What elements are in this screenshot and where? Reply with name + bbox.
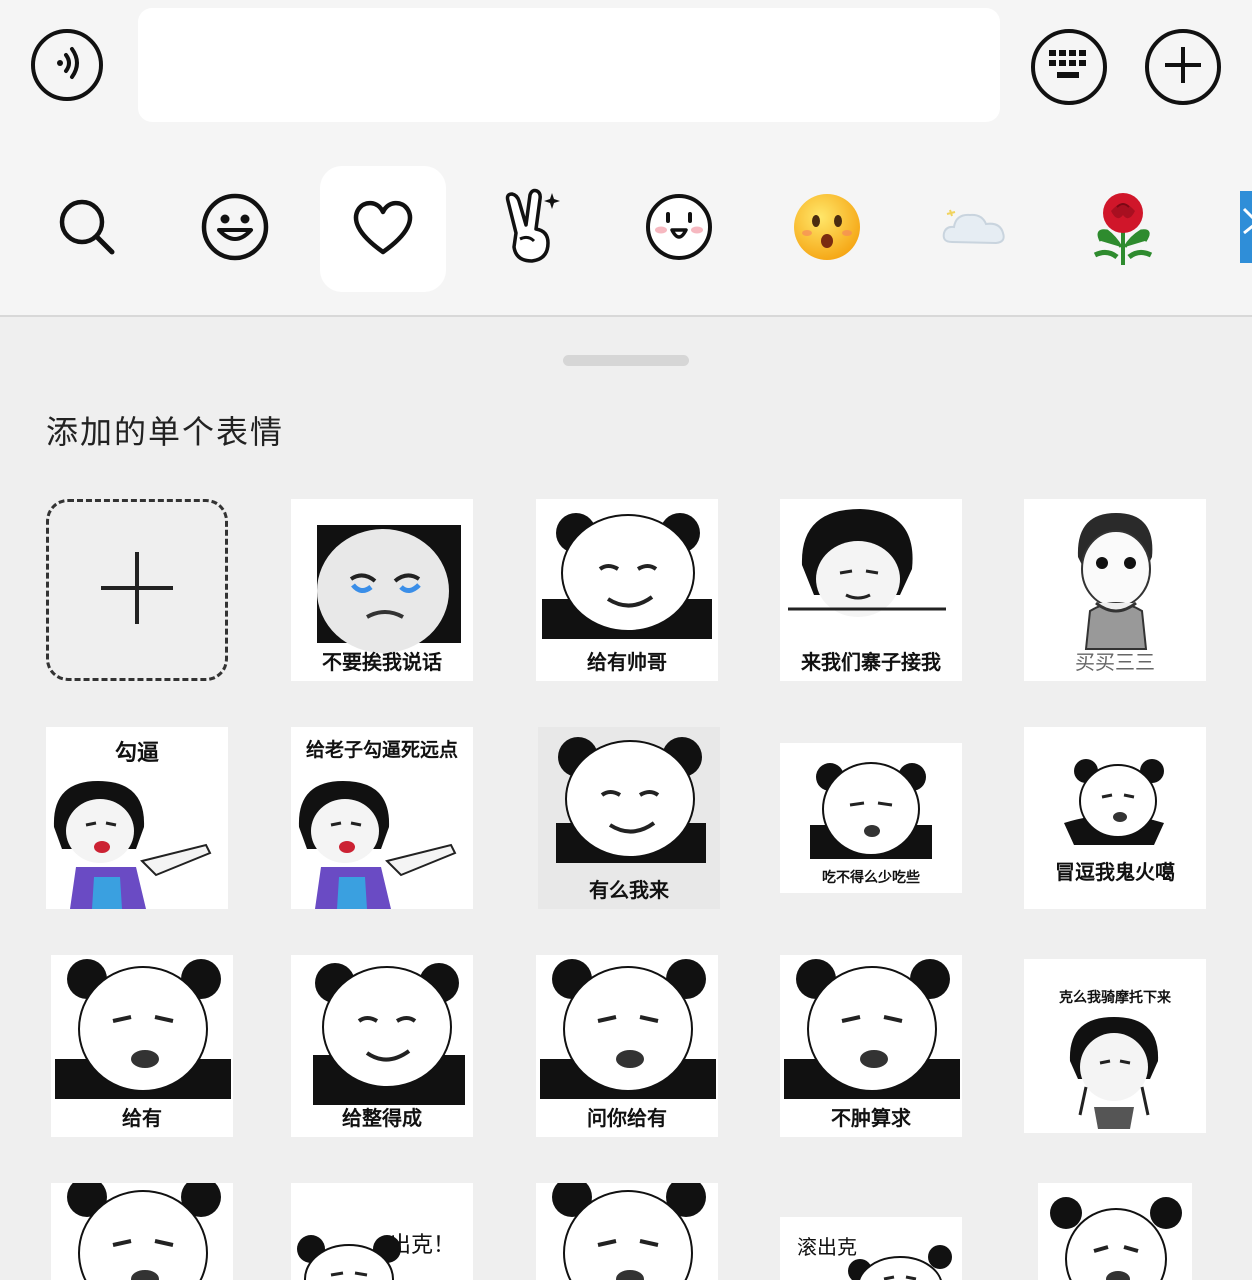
sticker-caption: 买买三三 — [1075, 650, 1155, 674]
panda-meme-image — [67, 1183, 221, 1280]
sticker-item[interactable] — [51, 1183, 233, 1280]
sticker-item[interactable]: 给有帅哥 — [536, 499, 718, 681]
sticker-item[interactable]: 给整得成 — [291, 955, 473, 1137]
sticker-item[interactable]: 冒逗我鬼火噶 — [1024, 727, 1206, 909]
sticker-item[interactable]: 买买三三 — [1024, 499, 1206, 681]
sticker-caption: 来我们寨子接我 — [801, 650, 941, 674]
tab-emoji[interactable] — [172, 166, 298, 292]
sticker-caption: 给整得成 — [342, 1106, 422, 1130]
sticker-item[interactable]: 勾逼 — [46, 727, 228, 909]
sticker-item[interactable]: 滚出克 — [780, 1217, 962, 1280]
sticker-caption: 不要挨我说话 — [322, 650, 442, 674]
tab-cloud[interactable] — [912, 166, 1038, 292]
message-input[interactable] — [138, 8, 1000, 122]
surprised-face-icon — [791, 191, 863, 267]
sticker-caption: 不肿算求 — [831, 1106, 911, 1130]
tab-yellow-face[interactable] — [764, 166, 890, 292]
sticker-caption: 给有帅哥 — [587, 650, 667, 674]
tab-cute-face[interactable] — [616, 166, 742, 292]
keyboard-button[interactable] — [1031, 29, 1107, 105]
tab-gesture[interactable] — [468, 166, 594, 292]
sticker-item[interactable] — [1038, 1183, 1192, 1280]
victory-hand-icon — [496, 187, 566, 271]
drag-handle[interactable] — [563, 355, 689, 366]
sticker-caption: 吃不得么少吃些 — [822, 870, 920, 886]
sticker-item[interactable]: 来我们寨子接我 — [780, 499, 962, 681]
tab-partial[interactable] — [1224, 166, 1252, 292]
keyboard-icon — [1047, 48, 1091, 86]
emoji-category-bar — [0, 150, 1252, 316]
sticker-item[interactable]: 不要挨我说话 — [291, 499, 473, 681]
sticker-item[interactable]: 克么我骑摩托下来 — [1024, 959, 1206, 1133]
mushroom-head-pointing-image — [53, 781, 212, 909]
voice-button[interactable] — [31, 29, 103, 101]
sticker-item[interactable]: 不肿算求 — [780, 955, 962, 1137]
sticker-item[interactable]: 问你给有 — [536, 955, 718, 1137]
panda-meme-image — [848, 1245, 952, 1280]
panda-meme-image — [552, 1183, 706, 1280]
sticker-item[interactable]: 给老子勾逼死远点 — [291, 727, 473, 909]
rose-icon — [1081, 185, 1165, 273]
sticker-caption: 问你给有 — [587, 1106, 667, 1130]
voice-icon — [47, 43, 87, 87]
sticker-item[interactable] — [536, 1183, 718, 1280]
sticker-item[interactable]: 出克！ — [291, 1183, 473, 1280]
smiley-icon — [200, 192, 270, 266]
mushroom-head-image — [1069, 1017, 1159, 1129]
sticker-pack-icon — [1230, 189, 1252, 269]
tab-search[interactable] — [24, 166, 150, 292]
sticker-caption: 冒逗我鬼火噶 — [1055, 860, 1175, 884]
tab-favorites[interactable] — [320, 166, 446, 292]
sticker-panel: 添加的单个表情 不要挨我说话 给有帅哥 来我们寨子接我 买买三三 勾逼 给老子勾… — [0, 317, 1252, 1280]
plus-icon — [97, 548, 177, 632]
mushroom-head-pointing-image — [298, 781, 457, 909]
panda-meme-image — [297, 1235, 401, 1280]
sticker-item[interactable]: 有么我来 — [538, 727, 720, 909]
more-button[interactable] — [1145, 29, 1221, 105]
sticker-caption: 有么我来 — [589, 878, 669, 902]
sticker-item[interactable]: 吃不得么少吃些 — [780, 743, 962, 893]
cute-face-icon — [644, 192, 714, 266]
plus-icon — [1163, 45, 1203, 89]
heart-icon — [350, 197, 416, 261]
sticker-caption: 给有 — [122, 1106, 162, 1130]
input-bar — [0, 0, 1252, 150]
cloud-icon — [940, 202, 1010, 256]
tab-rose[interactable] — [1060, 166, 1186, 292]
panda-meme-image — [1050, 1197, 1182, 1280]
section-title: 添加的单个表情 — [46, 413, 285, 451]
sticker-item[interactable]: 给有 — [51, 955, 233, 1137]
search-icon — [55, 195, 119, 263]
add-sticker-button[interactable] — [46, 499, 228, 681]
